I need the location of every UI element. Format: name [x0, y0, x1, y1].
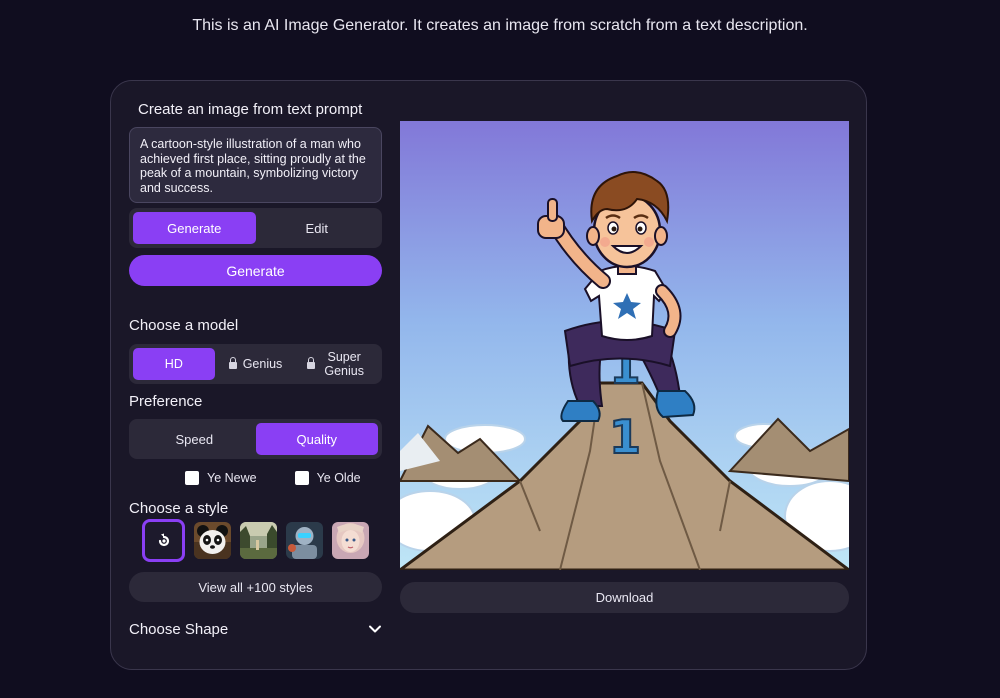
robot-image	[286, 522, 323, 559]
model-selector: HD Genius Super Genius	[129, 344, 382, 384]
preference-selector: Speed Quality	[129, 419, 382, 459]
style-title: Choose a style	[129, 500, 229, 517]
preference-checkboxes: Ye Newe Ye Olde	[185, 471, 361, 485]
lock-icon	[307, 356, 316, 369]
model-option-super-genius[interactable]: Super Genius	[296, 348, 378, 380]
prompt-input[interactable]: A cartoon-style illustration of a man wh…	[129, 127, 382, 203]
style-forest-thumbnail[interactable]	[240, 522, 277, 559]
preference-option-quality[interactable]: Quality	[255, 423, 378, 455]
style-thumbnails	[142, 519, 369, 562]
download-button[interactable]: Download	[400, 582, 849, 613]
style-none-thumbnail[interactable]	[142, 519, 185, 562]
model-option-hd[interactable]: HD	[133, 348, 215, 380]
style-panda-thumbnail[interactable]	[194, 522, 231, 559]
generated-illustration: 1 1	[400, 121, 849, 570]
model-label: Genius	[242, 357, 283, 371]
shape-title: Choose Shape	[129, 620, 229, 638]
forest-image	[240, 522, 277, 559]
style-robot-thumbnail[interactable]	[286, 522, 323, 559]
checkbox-label: Ye Newe	[207, 471, 257, 485]
choose-shape-dropdown[interactable]: Choose Shape	[129, 618, 382, 640]
checkbox-label: Ye Olde	[316, 471, 361, 485]
tab-generate[interactable]: Generate	[133, 212, 256, 244]
result-panel: 1 1 Download	[400, 121, 849, 613]
preference-option-speed[interactable]: Speed	[133, 423, 256, 455]
mode-toggle: Generate Edit	[129, 208, 382, 248]
panda-image	[194, 522, 231, 559]
model-option-genius[interactable]: Genius	[215, 348, 297, 380]
portrait-image	[332, 522, 369, 559]
page-intro: This is an AI Image Generator. It create…	[192, 17, 808, 34]
generator-card: Create an image from text prompt A carto…	[110, 80, 867, 670]
model-label: Super Genius	[324, 350, 364, 378]
generate-button[interactable]: Generate	[129, 255, 382, 286]
checkbox-ye-olde[interactable]: Ye Olde	[294, 471, 361, 485]
view-all-styles-button[interactable]: View all +100 styles	[129, 572, 382, 602]
rank-number: 1	[609, 410, 641, 464]
prompt-title: Create an image from text prompt	[138, 101, 363, 118]
model-label: HD	[164, 357, 183, 371]
chevron-down-icon	[369, 625, 381, 633]
no-style-icon	[158, 533, 169, 546]
style-portrait-thumbnail[interactable]	[332, 522, 369, 559]
checkbox-box[interactable]	[185, 471, 199, 485]
lock-icon	[228, 356, 237, 369]
checkbox-ye-newe[interactable]: Ye Newe	[185, 471, 257, 485]
checkbox-box[interactable]	[294, 471, 309, 485]
preference-title: Preference	[129, 393, 203, 410]
generated-image: 1 1	[400, 121, 849, 570]
tab-edit[interactable]: Edit	[256, 212, 379, 244]
model-title: Choose a model	[129, 317, 239, 334]
